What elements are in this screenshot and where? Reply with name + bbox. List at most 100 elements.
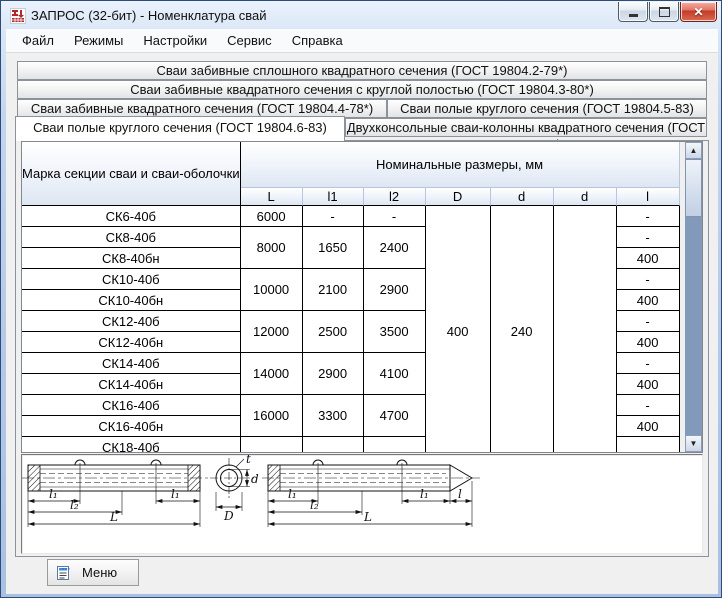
cell-mark: СК12-40б: [22, 311, 241, 332]
tab-gost-19804-2-79[interactable]: Сваи забивные сплошного квадратного сече…: [17, 61, 707, 80]
dim-l1-label: l₁: [171, 487, 180, 501]
cell-mark: СК6-40б: [22, 206, 241, 227]
cell-l: 400: [617, 374, 680, 395]
cell-l: -: [617, 353, 680, 374]
cell-mark: СК16-40б: [22, 395, 241, 416]
cell-l2: 3500: [364, 311, 426, 353]
cell-l2: 4100: [364, 353, 426, 395]
cell-mark: СК10-40бн: [22, 290, 241, 311]
header-mark: Марка секции сваи и сваи-оболочки: [22, 142, 241, 206]
cell-d2-merged: [554, 206, 617, 453]
cell-l2: 4700: [364, 395, 426, 437]
close-button[interactable]: ✕: [680, 2, 717, 22]
dim-l-label: l: [458, 487, 462, 501]
cell-mark: СК16-40бн: [22, 416, 241, 437]
menu-button[interactable]: Меню: [47, 559, 139, 586]
cell-D-merged: 400: [426, 206, 491, 453]
cell-l1: 3300: [303, 395, 364, 437]
scroll-thumb[interactable]: [685, 159, 702, 217]
cell-l: 400: [617, 290, 680, 311]
cell-l: -: [617, 269, 680, 290]
pile-drawing: l₁ l₁ l₂ L: [22, 455, 702, 553]
cell-mark: СК18-40б: [22, 437, 241, 453]
cell-mark: СК12-40бн: [22, 332, 241, 353]
dim-l2-label: l₂: [310, 498, 319, 512]
menu-button-label: Меню: [82, 565, 117, 580]
pile-drawing-panel: l₁ l₁ l₂ L: [21, 454, 703, 554]
cell-L: [241, 437, 303, 453]
cell-mark: СК14-40б: [22, 353, 241, 374]
dim-L-label: L: [363, 510, 372, 524]
vertical-scrollbar[interactable]: ▲ ▼: [685, 142, 702, 452]
cell-l2: -: [364, 206, 426, 227]
cell-l: -: [617, 206, 680, 227]
cell-l1: 1650: [303, 227, 364, 269]
tab-gost-19804-6-83-active[interactable]: Сваи полые круглого сечения (ГОСТ 19804.…: [15, 116, 345, 141]
minimize-icon: [629, 14, 638, 17]
header-d1: d: [491, 188, 554, 206]
client-area: Файл Режимы Настройки Сервис Справка Сва…: [6, 29, 718, 594]
app-window: ЗАПРОС (32-бит) - Номенклатура свай ✕ Фа…: [0, 0, 722, 598]
cell-l2: 2900: [364, 269, 426, 311]
cell-L: 14000: [241, 353, 303, 395]
dim-l2-label: l₂: [70, 498, 79, 512]
cell-mark: СК8-40бн: [22, 248, 241, 269]
cell-l: [617, 437, 680, 453]
header-nominal-sizes: Номинальные размеры, мм: [241, 142, 680, 188]
window-title: ЗАПРОС (32-бит) - Номенклатура свай: [31, 8, 267, 23]
menu-help[interactable]: Справка: [282, 30, 353, 51]
cell-mark: СК8-40б: [22, 227, 241, 248]
titlebar[interactable]: ЗАПРОС (32-бит) - Номенклатура свай: [2, 2, 720, 29]
scroll-up-button[interactable]: ▲: [685, 142, 702, 159]
dim-t-label: t: [246, 455, 251, 466]
cell-l1: 2900: [303, 353, 364, 395]
cell-L: 8000: [241, 227, 303, 269]
tab-gost-19804-5-83[interactable]: Сваи полые круглого сечения (ГОСТ 19804.…: [387, 99, 707, 118]
menu-modes[interactable]: Режимы: [64, 30, 133, 51]
close-icon: ✕: [693, 6, 703, 18]
cell-l1: -: [303, 206, 364, 227]
pile-side-view-pointed: l₁ l₁ l l₂ L: [262, 460, 480, 527]
tab-control: Сваи забивные сплошного квадратного сече…: [15, 59, 709, 557]
cell-l2: 2400: [364, 227, 426, 269]
cell-mark: СК14-40бн: [22, 374, 241, 395]
cell-l: -: [617, 311, 680, 332]
dim-l1-label: l₁: [288, 487, 297, 501]
menu-list-icon: [56, 565, 72, 581]
piles-grid: Марка секции сваи и сваи-оболочки Номина…: [21, 141, 703, 453]
minimize-button[interactable]: [618, 2, 648, 22]
cell-l1: 2100: [303, 269, 364, 311]
cell-l1: [303, 437, 364, 453]
menu-service[interactable]: Сервис: [217, 30, 282, 51]
dim-L-label: L: [109, 510, 118, 524]
header-l1: l1: [303, 188, 364, 206]
table-body: СК6-40б6000--400240-СК8-40б800016502400-…: [22, 206, 680, 453]
header-d2: d: [554, 188, 617, 206]
cell-L: 6000: [241, 206, 303, 227]
cell-L: 16000: [241, 395, 303, 437]
menubar: Файл Режимы Настройки Сервис Справка: [6, 29, 718, 53]
tab-gost-19804-3-80[interactable]: Сваи забивные квадратного сечения с круг…: [17, 80, 707, 99]
menu-settings[interactable]: Настройки: [133, 30, 217, 51]
maximize-button[interactable]: [649, 2, 679, 22]
dim-d-label: d: [251, 472, 259, 486]
pile-side-view-flat: l₁ l₁ l₂ L: [22, 460, 208, 527]
header-D: D: [426, 188, 491, 206]
scroll-down-button[interactable]: ▼: [685, 435, 702, 452]
maximize-icon: [659, 7, 670, 17]
cell-l1: 2500: [303, 311, 364, 353]
tab-gost-19804-7-83[interactable]: Двухконсольные сваи-колонны квадратного …: [345, 118, 707, 137]
header-L: L: [241, 188, 303, 206]
cell-l: 400: [617, 248, 680, 269]
cell-l: 400: [617, 416, 680, 437]
arrow-up-icon: ▲: [690, 146, 698, 155]
dim-l1-label: l₁: [49, 487, 58, 501]
menu-file[interactable]: Файл: [12, 30, 64, 51]
table-row: СК6-40б6000--400240-: [22, 206, 680, 227]
cell-l: -: [617, 227, 680, 248]
cell-L: 10000: [241, 269, 303, 311]
cell-L: 12000: [241, 311, 303, 353]
piles-table: Марка секции сваи и сваи-оболочки Номина…: [22, 142, 680, 453]
cell-l: 400: [617, 332, 680, 353]
dim-l1-label: l₁: [420, 487, 429, 501]
